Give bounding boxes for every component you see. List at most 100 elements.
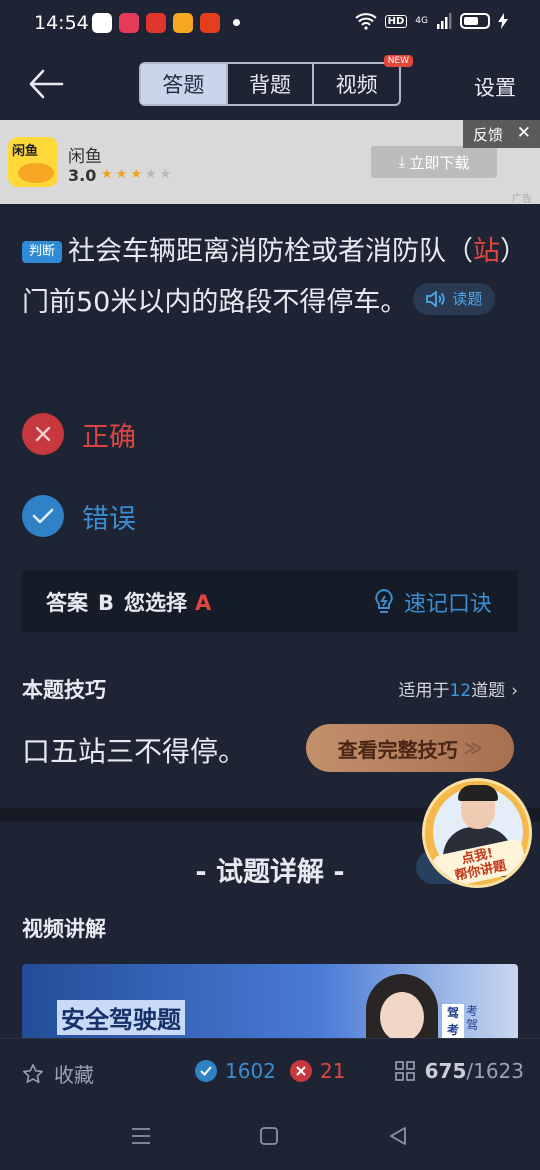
system-nav-bar: [0, 1104, 540, 1170]
chosen-label: 您选择: [124, 591, 188, 615]
tab-answer[interactable]: 答题: [141, 64, 228, 104]
video-thumbnail[interactable]: 安全驾驶题 驾考 考驾: [22, 964, 518, 1044]
star-icon: ★: [101, 167, 116, 182]
apply-count: 12: [449, 681, 472, 701]
ad-icon-label: 闲鱼: [12, 144, 39, 159]
bottom-bar: 收藏 1602 21 675/1623: [0, 1038, 540, 1104]
correct-count[interactable]: 1602: [195, 1059, 276, 1083]
video-badge-right: 考驾: [466, 1004, 479, 1032]
pinduoduo-app-icon: [146, 13, 166, 33]
tip-apply-link[interactable]: 适用于12道题 ›: [399, 676, 518, 701]
apply-suffix: 道题: [471, 681, 506, 701]
video-heading: 视频讲解: [22, 917, 106, 941]
notification-icons: [92, 13, 220, 33]
double-chevron-icon: ≫: [463, 737, 483, 759]
battery-icon: [460, 13, 490, 29]
rating-stars: ★★★★★: [101, 167, 174, 182]
settings-button[interactable]: 设置: [474, 72, 516, 102]
question-text-before: 社会车辆距离消防栓或者消防队（: [68, 236, 474, 267]
question-progress[interactable]: 675/1623: [394, 1059, 524, 1083]
presenter-image: [366, 974, 438, 1044]
taobao-app-icon: [200, 13, 220, 33]
baidu-app-icon: [92, 13, 112, 33]
download-label: 立即下载: [409, 153, 470, 172]
back-arrow-icon[interactable]: [28, 68, 64, 100]
video-app-icon: [119, 13, 139, 33]
ad-download-button[interactable]: ⤓ 立即下载: [371, 146, 497, 178]
tab-label: 视频: [335, 73, 378, 97]
correct-check-icon: [22, 495, 64, 537]
ad-banner[interactable]: 闲鱼 闲鱼 3.0 ★★★★★ ⤓ 立即下载 反馈 ✕ 广告: [0, 120, 540, 205]
chevron-right-icon: ›: [511, 681, 518, 701]
question-highlight: 站: [473, 236, 501, 267]
star-icon: ★: [159, 167, 175, 182]
xianyu-app-icon: 闲鱼: [8, 137, 58, 187]
star-icon: ★: [130, 167, 145, 182]
answer-value: B: [98, 591, 115, 615]
answer-summary: 答案 B 您选择 A: [46, 587, 211, 617]
wrong-count[interactable]: 21: [290, 1059, 345, 1083]
weibo-app-icon: [173, 13, 193, 33]
tab-video[interactable]: 视频 NEW: [314, 55, 414, 104]
tab-label: 背题: [249, 73, 291, 97]
x-circle-icon: [290, 1060, 312, 1082]
question-type-tag: 判断: [22, 241, 63, 263]
tip-button-label: 查看完整技巧: [337, 737, 458, 762]
explain-helper-button[interactable]: 点我! 帮你讲题: [422, 778, 532, 888]
hd-badge: HD: [384, 14, 408, 28]
home-icon[interactable]: [259, 1126, 279, 1146]
ad-rating: 3.0: [68, 166, 97, 185]
view-full-tip-button[interactable]: 查看完整技巧 ≫: [306, 724, 514, 772]
mode-tabs: 答题 背题 视频 NEW: [139, 55, 414, 106]
question-text: 判断 社会车辆距离消防栓或者消防队（站）门前50米以内的路段不得停车。 读题: [22, 226, 522, 328]
network-label: 4G: [415, 16, 428, 26]
helper-hair: [458, 785, 498, 801]
video-title: 安全驾驶题: [57, 1000, 185, 1035]
speaker-icon: [426, 291, 445, 307]
memo-button[interactable]: 速记口诀: [372, 586, 492, 618]
status-right: HD 4G: [354, 12, 508, 30]
favorite-label: 收藏: [54, 1063, 94, 1087]
correct-count-value: 1602: [225, 1059, 276, 1083]
signal-icon: [437, 13, 452, 29]
option-wrong[interactable]: 错误: [22, 494, 322, 538]
star-icon: ★: [144, 167, 160, 182]
progress-text: 675/1623: [425, 1059, 524, 1083]
status-bar: 14:54 HD 4G: [0, 0, 540, 48]
option-correct[interactable]: 正确: [22, 412, 322, 456]
favorite-button[interactable]: 收藏: [22, 1059, 94, 1088]
wrong-count-value: 21: [320, 1059, 346, 1083]
tab-recite[interactable]: 背题: [228, 64, 315, 104]
read-label: 读题: [452, 290, 483, 308]
ad-app-name: 闲鱼: [68, 147, 102, 167]
back-triangle-icon[interactable]: [388, 1126, 408, 1146]
answer-bar: 答案 B 您选择 A 速记口诀: [22, 570, 518, 632]
progress-current: 675: [424, 1059, 467, 1083]
more-notifications-dot: [233, 19, 240, 26]
answer-label: 答案: [46, 591, 88, 615]
read-question-button[interactable]: 读题: [413, 283, 496, 315]
top-bar: 答题 背题 视频 NEW 设置: [0, 48, 540, 120]
ad-tag: 广告: [512, 194, 532, 205]
wifi-icon: [354, 13, 377, 30]
memo-label: 速记口诀: [403, 592, 492, 617]
tip-heading: 本题技巧: [22, 678, 106, 702]
close-icon[interactable]: ✕: [517, 123, 531, 143]
star-icon: ★: [115, 167, 131, 182]
wrong-x-icon: [22, 413, 64, 455]
download-icon: ⤓: [398, 153, 406, 171]
star-outline-icon: [23, 1063, 43, 1083]
tip-text: 口五站三不得停。: [22, 735, 247, 768]
chosen-value: A: [195, 591, 212, 615]
new-badge: NEW: [383, 55, 414, 67]
check-circle-icon: [195, 1060, 217, 1082]
tab-label: 答题: [162, 73, 205, 97]
ad-feedback-button[interactable]: 反馈 ✕: [463, 120, 540, 148]
progress-total: /1623: [466, 1059, 524, 1083]
option-label: 错误: [82, 503, 136, 535]
lightbulb-icon: [375, 588, 393, 613]
charging-icon: [498, 13, 508, 29]
fish-icon: [18, 163, 54, 183]
option-label: 正确: [82, 421, 136, 453]
menu-icon[interactable]: [130, 1126, 152, 1146]
